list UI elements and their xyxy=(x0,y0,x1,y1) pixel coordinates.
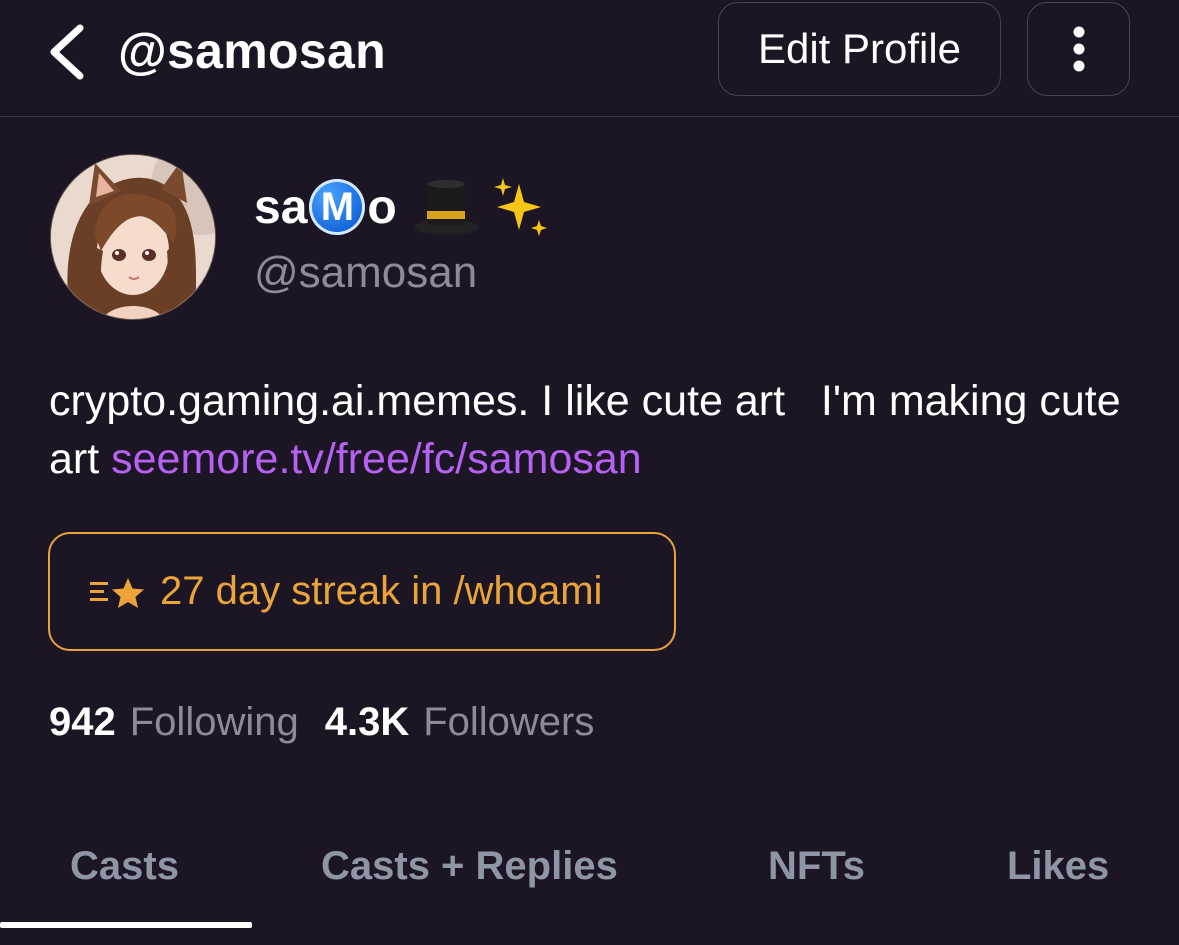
top-hat-icon xyxy=(413,180,478,235)
streak-badge[interactable]: 27 day streak in /whoami xyxy=(48,532,676,651)
tab-casts[interactable]: Casts xyxy=(70,844,179,889)
followers-count: 4.3K xyxy=(324,700,410,744)
page-title: @samosan xyxy=(118,23,386,79)
tab-likes[interactable]: Likes xyxy=(1007,844,1109,889)
follow-stats: 942 Following 4.3K Followers xyxy=(49,700,594,745)
display-name-prefix: sa xyxy=(254,180,308,234)
avatar[interactable] xyxy=(50,154,216,320)
bio: crypto.gaming.ai.memes. I like cute art … xyxy=(49,372,1149,488)
streak-star-icon xyxy=(90,577,144,608)
tab-nfts[interactable]: NFTs xyxy=(768,844,865,889)
display-name: sa M o xyxy=(254,172,551,242)
following-count: 942 xyxy=(49,700,116,744)
followers-stat[interactable]: 4.3K Followers xyxy=(325,700,595,745)
edit-profile-button[interactable]: Edit Profile xyxy=(718,2,1001,96)
streak-label: 27 day streak in /whoami xyxy=(160,569,603,613)
followers-label: Followers xyxy=(423,700,595,744)
chevron-left-icon xyxy=(50,24,84,80)
following-stat[interactable]: 942 Following xyxy=(49,700,299,745)
m-badge-icon: M xyxy=(309,179,366,235)
avatar-image xyxy=(51,155,215,319)
more-vertical-icon xyxy=(1073,26,1084,72)
back-button[interactable] xyxy=(44,20,94,84)
display-name-suffix: o xyxy=(367,180,397,234)
tab-casts-replies[interactable]: Casts + Replies xyxy=(321,844,618,889)
sparkles-icon xyxy=(493,178,547,236)
username: @samosan xyxy=(254,248,478,297)
top-bar: @samosan Edit Profile xyxy=(0,0,1179,117)
bio-link[interactable]: seemore.tv/free/fc/samosan xyxy=(111,435,642,483)
more-options-button[interactable] xyxy=(1027,2,1130,96)
following-label: Following xyxy=(129,700,299,744)
active-tab-indicator xyxy=(0,922,252,928)
